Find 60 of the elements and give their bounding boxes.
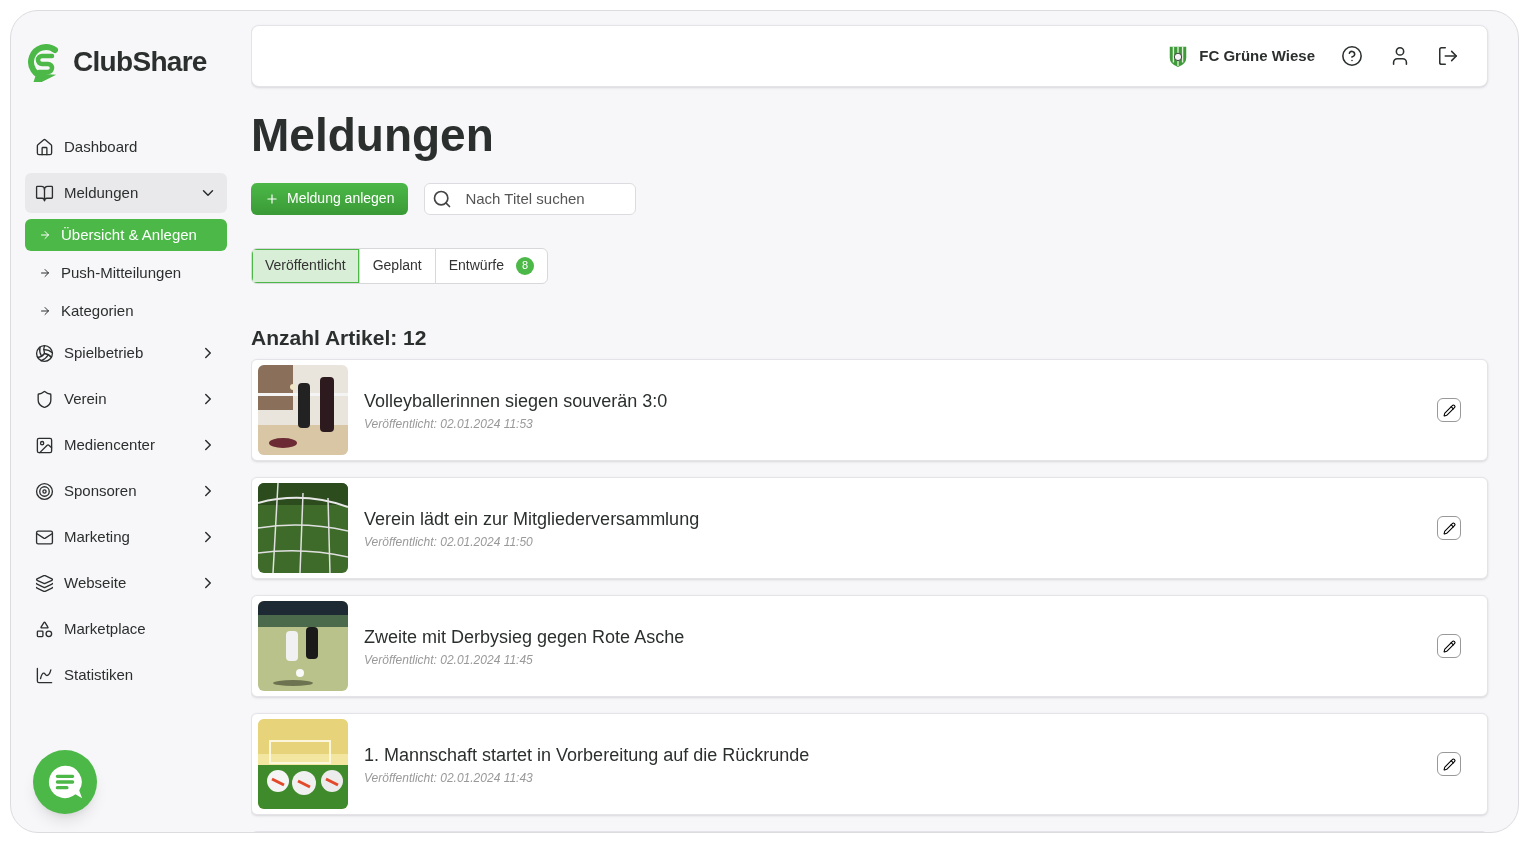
pencil-icon	[1442, 639, 1456, 653]
pencil-icon	[1442, 403, 1456, 417]
chart-icon	[35, 665, 54, 685]
image-icon	[35, 435, 54, 455]
count-badge: 8	[516, 256, 534, 275]
plus-icon	[265, 191, 279, 206]
home-icon	[35, 137, 54, 157]
search-field[interactable]: Nach Titel suchen	[424, 182, 637, 215]
club-name: FC Grüne Wiese	[1199, 45, 1315, 66]
logout-icon[interactable]	[1437, 45, 1459, 67]
article-card[interactable]: Volleyballerinnen siegen souverän 3:0 Veröffentlicht: 02.01.2024 11:53	[251, 359, 1488, 461]
pencil-icon	[1442, 521, 1456, 535]
publish-date: Veröffentlicht: 02.01.2024 11:43	[364, 769, 534, 787]
sidebar-item[interactable]: Statistiken	[25, 655, 227, 695]
filter-tab[interactable]: Geplant	[358, 248, 435, 283]
sidebar-item[interactable]: Sponsoren	[25, 471, 227, 511]
article-title: Volleyballerinnen siegen souverän 3:0	[364, 389, 669, 413]
layers-icon	[35, 573, 54, 593]
sidebar-item[interactable]: Marketplace	[25, 609, 227, 649]
edit-button[interactable]	[1437, 398, 1461, 422]
arrow-right-icon	[39, 229, 51, 241]
pencil-icon	[1442, 757, 1456, 771]
article-title: 1. Mannschaft startet in Vorbereitung auf die Rückrunde	[364, 743, 811, 767]
article-card[interactable]: 1. Mannschaft startet in Vorbereitung auf die Rückrunde Veröffentlicht: 02.01.2024 11:43	[251, 713, 1488, 815]
article-count: Anzahl Artikel: 12	[251, 324, 428, 351]
help-icon[interactable]	[1341, 45, 1363, 67]
publish-date: Veröffentlicht: 02.01.2024 11:45	[364, 651, 534, 669]
sidebar-item[interactable]: Spielbetrieb	[25, 333, 227, 373]
article-card[interactable]: Zweite mit Derbysieg gegen Rote Asche Veröffentlicht: 02.01.2024 11:45	[251, 595, 1488, 697]
page-title: Meldungen	[251, 108, 495, 163]
sidebar-item[interactable]: Dashboard	[25, 127, 227, 167]
article-title: Verein lädt ein zur Mitgliederversammlung	[364, 507, 701, 531]
book-icon	[35, 183, 54, 203]
sidebar-item[interactable]: Webseite	[25, 563, 227, 603]
search-icon	[432, 188, 453, 209]
article-title: Zweite mit Derbysieg gegen Rote Asche	[364, 625, 686, 649]
envelope-icon	[35, 527, 54, 547]
arrow-right-icon	[39, 267, 51, 279]
article-card[interactable]: Verein lädt ein zur Mitgliederversammlung Veröffentlicht: 02.01.2024 11:50	[251, 477, 1488, 579]
publish-date: Veröffentlicht: 02.01.2024 11:53	[364, 415, 534, 433]
edit-button[interactable]	[1437, 752, 1461, 776]
edit-button[interactable]	[1437, 516, 1461, 540]
submenu-item[interactable]: Kategorien	[25, 295, 227, 327]
shield-icon	[35, 389, 54, 409]
arrow-right-icon	[39, 305, 51, 317]
sidebar-item[interactable]: Verein	[25, 379, 227, 419]
sidebar-item[interactable]: Mediencenter	[25, 425, 227, 465]
sidebar-item[interactable]: Meldungen	[25, 173, 227, 213]
brand-name: ClubShare	[73, 45, 207, 79]
shapes-icon	[35, 619, 54, 639]
publish-date: Veröffentlicht: 02.01.2024 11:50	[364, 533, 534, 551]
edit-button[interactable]	[1437, 634, 1461, 658]
sidebar-item[interactable]: Marketing	[25, 517, 227, 557]
submenu-item[interactable]: Push-Mitteilungen	[25, 257, 227, 289]
filter-tab[interactable]: Veröffentlicht	[252, 248, 359, 283]
chat-button[interactable]	[33, 750, 97, 814]
chat-icon	[46, 763, 84, 801]
filter-tab[interactable]: Entwürfe 8	[434, 248, 547, 283]
target-icon	[35, 481, 54, 501]
ball-icon	[35, 343, 54, 363]
